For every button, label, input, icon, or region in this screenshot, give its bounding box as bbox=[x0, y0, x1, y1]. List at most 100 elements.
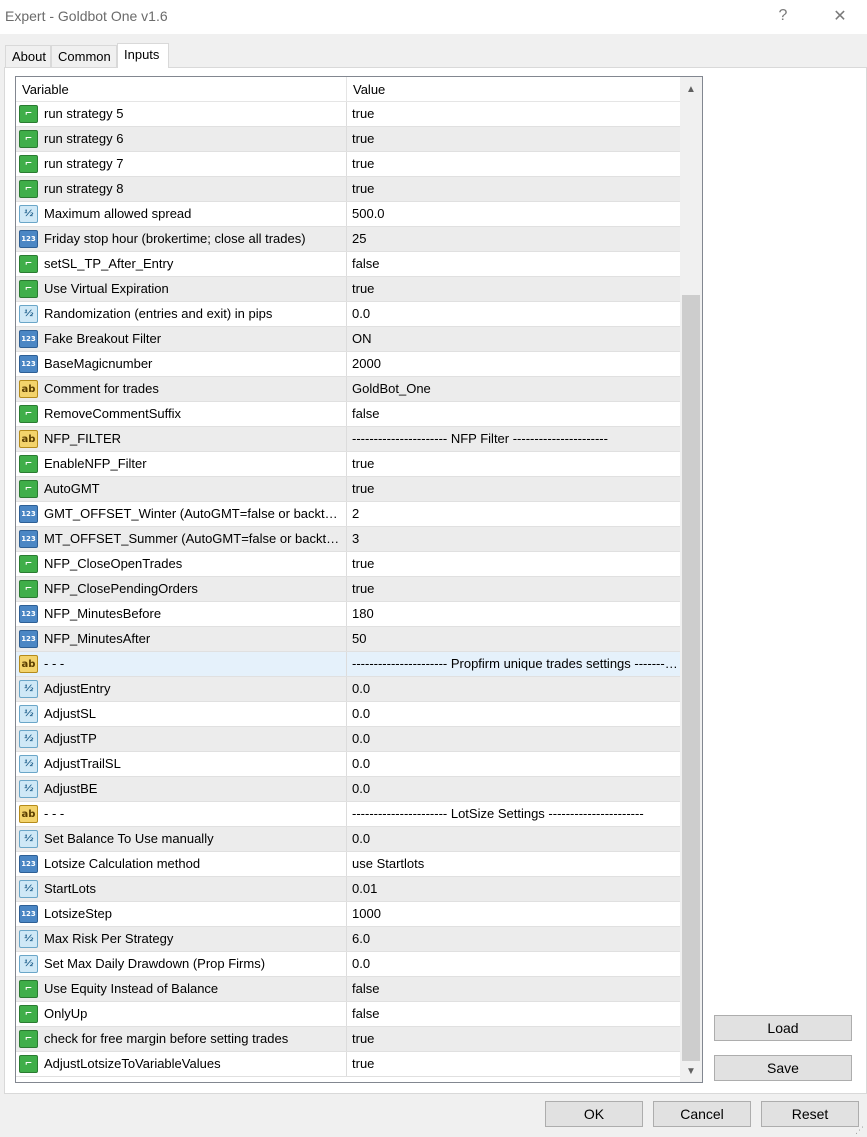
table-row[interactable]: ½ AdjustTP 0.0 bbox=[16, 727, 680, 752]
variable-cell[interactable]: ⌐ NFP_ClosePendingOrders bbox=[16, 577, 347, 601]
variable-cell[interactable]: ½ AdjustTP bbox=[16, 727, 347, 751]
value-cell[interactable]: 2000 bbox=[347, 352, 680, 376]
value-cell[interactable]: true bbox=[347, 102, 680, 126]
variable-cell[interactable]: ⌐ Use Virtual Expiration bbox=[16, 277, 347, 301]
variable-cell[interactable]: ab NFP_FILTER bbox=[16, 427, 347, 451]
value-cell[interactable]: 1000 bbox=[347, 902, 680, 926]
value-cell[interactable]: 0.0 bbox=[347, 727, 680, 751]
scroll-down-icon[interactable]: ▼ bbox=[680, 1061, 702, 1081]
value-cell[interactable]: false bbox=[347, 252, 680, 276]
variable-cell[interactable]: ½ Max Risk Per Strategy bbox=[16, 927, 347, 951]
table-row[interactable]: ½ Set Max Daily Drawdown (Prop Firms) 0.0 bbox=[16, 952, 680, 977]
value-cell[interactable]: true bbox=[347, 277, 680, 301]
value-cell[interactable]: 0.0 bbox=[347, 677, 680, 701]
table-row[interactable]: ⌐ run strategy 8 true bbox=[16, 177, 680, 202]
table-row[interactable]: ab - - - ---------------------- LotSize Se… bbox=[16, 802, 680, 827]
value-cell[interactable]: 25 bbox=[347, 227, 680, 251]
variable-cell[interactable]: ⌐ check for free margin before setting tr… bbox=[16, 1027, 347, 1051]
value-cell[interactable]: 3 bbox=[347, 527, 680, 551]
table-row[interactable]: ⌐ setSL_TP_After_Entry false bbox=[16, 252, 680, 277]
table-row[interactable]: ⌐ NFP_CloseOpenTrades true bbox=[16, 552, 680, 577]
variable-cell[interactable]: ½ Set Max Daily Drawdown (Prop Firms) bbox=[16, 952, 347, 976]
value-cell[interactable]: true bbox=[347, 452, 680, 476]
value-cell[interactable]: 0.01 bbox=[347, 877, 680, 901]
value-cell[interactable]: GoldBot_One bbox=[347, 377, 680, 401]
variable-cell[interactable]: 123 NFP_MinutesBefore bbox=[16, 602, 347, 626]
table-row[interactable]: 123 Lotsize Calculation method use Startlo… bbox=[16, 852, 680, 877]
table-row[interactable]: ½ AdjustBE 0.0 bbox=[16, 777, 680, 802]
variable-cell[interactable]: 123 MT_OFFSET_Summer (AutoGMT=false or ba… bbox=[16, 527, 347, 551]
value-cell[interactable]: 2 bbox=[347, 502, 680, 526]
variable-cell[interactable]: ½ AdjustEntry bbox=[16, 677, 347, 701]
table-row[interactable]: ⌐ NFP_ClosePendingOrders true bbox=[16, 577, 680, 602]
value-cell[interactable]: 0.0 bbox=[347, 952, 680, 976]
scrollbar-thumb[interactable] bbox=[682, 295, 700, 1061]
variable-cell[interactable]: ⌐ run strategy 6 bbox=[16, 127, 347, 151]
value-cell[interactable]: true bbox=[347, 127, 680, 151]
table-row[interactable]: 123 Friday stop hour (brokertime; close a… bbox=[16, 227, 680, 252]
variable-cell[interactable]: ⌐ AdjustLotsizeToVariableValues bbox=[16, 1052, 347, 1076]
table-row[interactable]: 123 LotsizeStep 1000 bbox=[16, 902, 680, 927]
variable-cell[interactable]: ⌐ run strategy 8 bbox=[16, 177, 347, 201]
value-cell[interactable]: false bbox=[347, 402, 680, 426]
variable-cell[interactable]: ⌐ run strategy 5 bbox=[16, 102, 347, 126]
table-row[interactable]: ⌐ run strategy 6 true bbox=[16, 127, 680, 152]
variable-cell[interactable]: ⌐ OnlyUp bbox=[16, 1002, 347, 1026]
table-row[interactable]: ⌐ OnlyUp false bbox=[16, 1002, 680, 1027]
table-row[interactable]: ⌐ AdjustLotsizeToVariableValues true bbox=[16, 1052, 680, 1077]
table-row[interactable]: ⌐ Use Equity Instead of Balance false bbox=[16, 977, 680, 1002]
value-cell[interactable]: 0.0 bbox=[347, 302, 680, 326]
value-cell[interactable]: true bbox=[347, 1052, 680, 1076]
value-cell[interactable]: true bbox=[347, 1027, 680, 1051]
column-header-variable[interactable]: Variable bbox=[16, 77, 347, 102]
variable-cell[interactable]: ab - - - bbox=[16, 802, 347, 826]
table-row[interactable]: ½ StartLots 0.01 bbox=[16, 877, 680, 902]
variable-cell[interactable]: ½ Maximum allowed spread bbox=[16, 202, 347, 226]
value-cell[interactable]: 180 bbox=[347, 602, 680, 626]
value-cell[interactable]: 6.0 bbox=[347, 927, 680, 951]
variable-cell[interactable]: ½ Set Balance To Use manually bbox=[16, 827, 347, 851]
close-button[interactable]: ✕ bbox=[817, 0, 863, 32]
value-cell[interactable]: ---------------------- Propfirm unique t… bbox=[347, 652, 680, 676]
scroll-up-icon[interactable]: ▲ bbox=[680, 79, 702, 99]
value-cell[interactable]: true bbox=[347, 152, 680, 176]
table-row[interactable]: ½ AdjustEntry 0.0 bbox=[16, 677, 680, 702]
table-row[interactable]: ½ AdjustTrailSL 0.0 bbox=[16, 752, 680, 777]
tab-inputs[interactable]: Inputs bbox=[117, 43, 169, 68]
variable-cell[interactable]: ½ StartLots bbox=[16, 877, 347, 901]
table-row[interactable]: ½ Max Risk Per Strategy 6.0 bbox=[16, 927, 680, 952]
help-button[interactable]: ? bbox=[760, 0, 806, 32]
variable-cell[interactable]: ⌐ run strategy 7 bbox=[16, 152, 347, 176]
table-row[interactable]: 123 NFP_MinutesBefore 180 bbox=[16, 602, 680, 627]
table-row[interactable]: ⌐ run strategy 5 true bbox=[16, 102, 680, 127]
column-header-value[interactable]: Value bbox=[347, 77, 680, 102]
value-cell[interactable]: ON bbox=[347, 327, 680, 351]
table-row[interactable]: 123 MT_OFFSET_Summer (AutoGMT=false or ba… bbox=[16, 527, 680, 552]
table-row[interactable]: 123 NFP_MinutesAfter 50 bbox=[16, 627, 680, 652]
tab-about[interactable]: About bbox=[5, 45, 51, 67]
value-cell[interactable]: false bbox=[347, 977, 680, 1001]
variable-cell[interactable]: 123 BaseMagicnumber bbox=[16, 352, 347, 376]
variable-cell[interactable]: ⌐ EnableNFP_Filter bbox=[16, 452, 347, 476]
table-row[interactable]: ⌐ Use Virtual Expiration true bbox=[16, 277, 680, 302]
value-cell[interactable]: 0.0 bbox=[347, 702, 680, 726]
variable-cell[interactable]: ½ AdjustTrailSL bbox=[16, 752, 347, 776]
variable-cell[interactable]: 123 Fake Breakout Filter bbox=[16, 327, 347, 351]
table-row[interactable]: ½ Randomization (entries and exit) in pip… bbox=[16, 302, 680, 327]
save-button[interactable]: Save bbox=[714, 1055, 852, 1081]
value-cell[interactable]: true bbox=[347, 477, 680, 501]
variable-cell[interactable]: ⌐ AutoGMT bbox=[16, 477, 347, 501]
value-cell[interactable]: ---------------------- NFP Filter ------… bbox=[347, 427, 680, 451]
value-cell[interactable]: use Startlots bbox=[347, 852, 680, 876]
value-cell[interactable]: 0.0 bbox=[347, 827, 680, 851]
value-cell[interactable]: true bbox=[347, 552, 680, 576]
value-cell[interactable]: true bbox=[347, 577, 680, 601]
value-cell[interactable]: 50 bbox=[347, 627, 680, 651]
cancel-button[interactable]: Cancel bbox=[653, 1101, 751, 1127]
variable-cell[interactable]: 123 Lotsize Calculation method bbox=[16, 852, 347, 876]
table-row[interactable]: ⌐ check for free margin before setting tr… bbox=[16, 1027, 680, 1052]
table-row[interactable]: ⌐ RemoveCommentSuffix false bbox=[16, 402, 680, 427]
table-row[interactable]: ½ Maximum allowed spread 500.0 bbox=[16, 202, 680, 227]
variable-cell[interactable]: ab Comment for trades bbox=[16, 377, 347, 401]
table-row[interactable]: ⌐ EnableNFP_Filter true bbox=[16, 452, 680, 477]
